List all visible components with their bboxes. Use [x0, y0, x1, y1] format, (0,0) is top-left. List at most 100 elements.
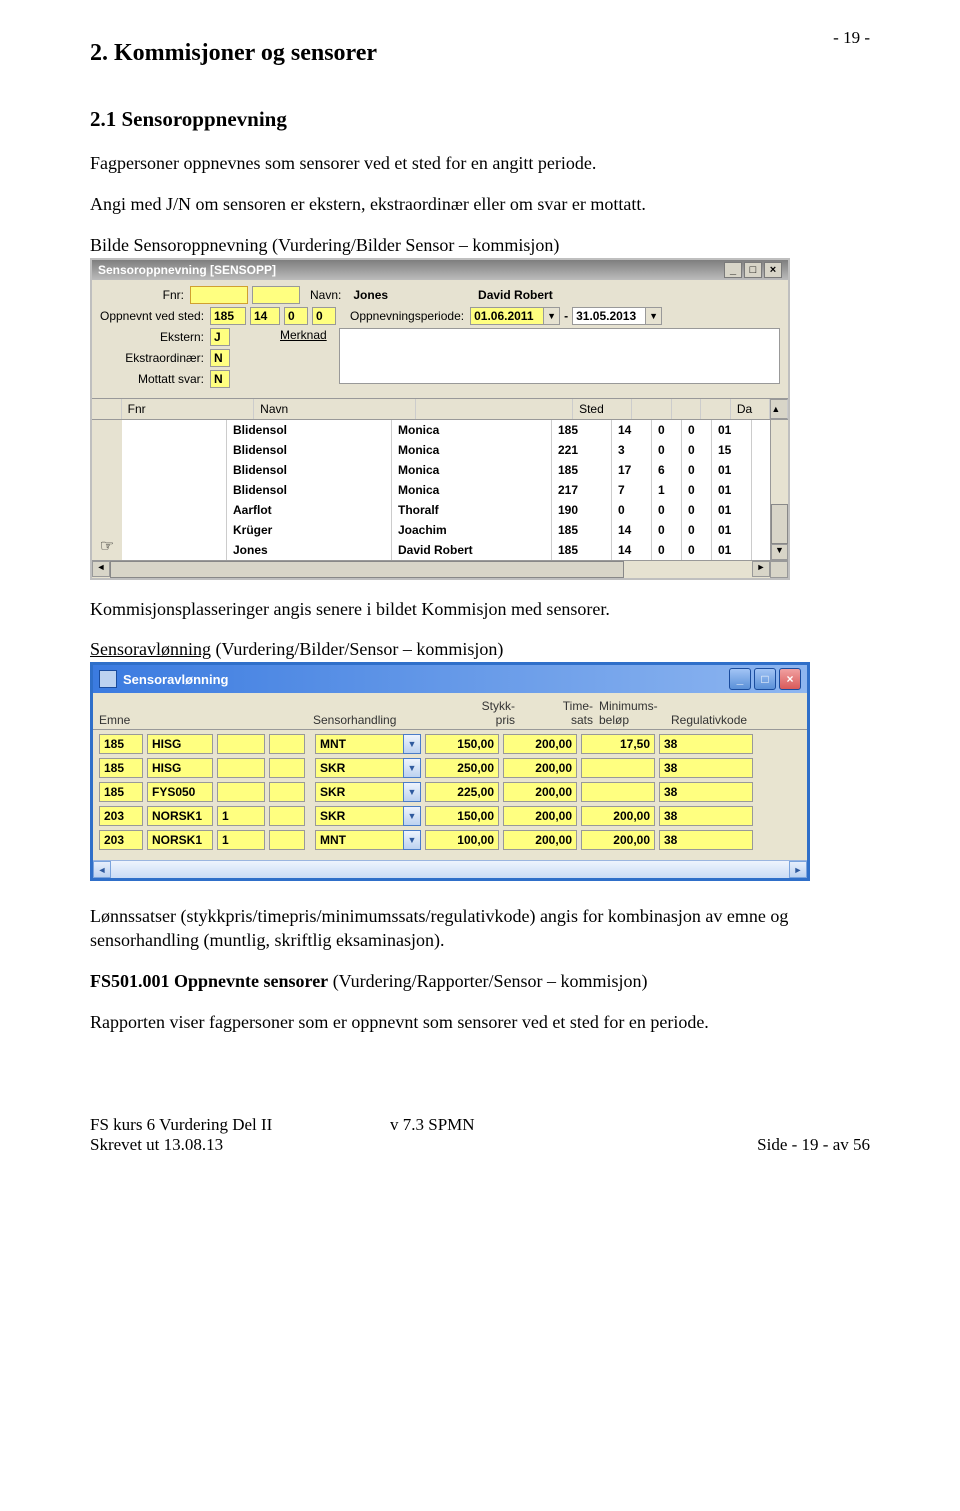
sted-field-4[interactable]: 0 — [312, 307, 336, 325]
chevron-down-icon[interactable]: ▼ — [544, 307, 560, 325]
emne-sub-field[interactable]: 1 — [217, 830, 265, 850]
timesats-field[interactable]: 200,00 — [503, 734, 577, 754]
stykkpris-field[interactable]: 250,00 — [425, 758, 499, 778]
table-row[interactable]: BlidensolMonica22130015 — [122, 440, 770, 460]
chevron-down-icon[interactable]: ▼ — [403, 806, 421, 826]
table-row[interactable]: 185FYS050 SKR▼225,00200,00 38 — [99, 782, 801, 802]
table-row[interactable]: 203NORSK11SKR▼150,00200,00200,0038 — [99, 806, 801, 826]
emne-sub2-field[interactable] — [269, 782, 305, 802]
emne-sub2-field[interactable] — [269, 734, 305, 754]
emne-sub-field[interactable]: 1 — [217, 806, 265, 826]
maximize-button[interactable]: □ — [754, 668, 776, 690]
table-row[interactable]: BlidensolMonica185140001 — [122, 420, 770, 440]
sensorhandling-combo[interactable]: MNT▼ — [315, 830, 421, 850]
close-button[interactable]: × — [764, 262, 782, 278]
sted-field-2[interactable]: 14 — [250, 307, 280, 325]
table-row[interactable]: 185HISG SKR▼250,00200,00 38 — [99, 758, 801, 778]
emne-code-field[interactable]: 203 — [99, 830, 143, 850]
grid-header-fnr[interactable]: Fnr — [122, 399, 255, 419]
chevron-down-icon[interactable]: ▼ — [403, 758, 421, 778]
emne-sub-field[interactable] — [217, 758, 265, 778]
timesats-field[interactable]: 200,00 — [503, 758, 577, 778]
timesats-field[interactable]: 200,00 — [503, 830, 577, 850]
ekstraordinaer-field[interactable]: N — [210, 349, 230, 367]
stykkpris-field[interactable]: 100,00 — [425, 830, 499, 850]
horizontal-scrollbar[interactable]: ◄ ► — [93, 860, 807, 878]
scroll-right-icon[interactable]: ► — [789, 861, 807, 878]
stykkpris-field[interactable]: 225,00 — [425, 782, 499, 802]
minimumsbelop-field[interactable]: 17,50 — [581, 734, 655, 754]
stykkpris-field[interactable]: 150,00 — [425, 734, 499, 754]
mottatt-field[interactable]: N — [210, 370, 230, 388]
regulativkode-field[interactable]: 38 — [659, 830, 753, 850]
close-button[interactable]: × — [779, 668, 801, 690]
emne-sub2-field[interactable] — [269, 830, 305, 850]
grid-header-navn[interactable]: Navn — [254, 399, 416, 419]
regulativkode-field[interactable]: 38 — [659, 758, 753, 778]
sensorhandling-combo[interactable]: SKR▼ — [315, 782, 421, 802]
minimumsbelop-field[interactable] — [581, 758, 655, 778]
scroll-down-icon[interactable]: ▼ — [771, 544, 788, 560]
scroll-up-icon[interactable]: ▲ — [770, 399, 788, 419]
chevron-down-icon[interactable]: ▼ — [403, 830, 421, 850]
footer-page: Side - 19 - av 56 — [590, 1135, 870, 1155]
emne-sub2-field[interactable] — [269, 806, 305, 826]
regulativkode-field[interactable]: 38 — [659, 782, 753, 802]
regulativkode-field[interactable]: 38 — [659, 806, 753, 826]
merknad-textarea[interactable] — [339, 328, 780, 384]
table-row[interactable]: BlidensolMonica21771001 — [122, 480, 770, 500]
table-row[interactable]: 203NORSK11MNT▼100,00200,00200,0038 — [99, 830, 801, 850]
scroll-left-icon[interactable]: ◄ — [93, 861, 111, 878]
emne-code-field[interactable]: 203 — [99, 806, 143, 826]
emne-name-field[interactable]: HISG — [147, 734, 213, 754]
minimize-button[interactable]: _ — [724, 262, 742, 278]
periode-til-field[interactable]: 31.05.2013 — [572, 307, 646, 325]
emne-name-field[interactable]: HISG — [147, 758, 213, 778]
emne-sub-field[interactable] — [217, 782, 265, 802]
chevron-down-icon[interactable]: ▼ — [403, 734, 421, 754]
emne-name-field[interactable]: NORSK1 — [147, 806, 213, 826]
regulativkode-field[interactable]: 38 — [659, 734, 753, 754]
table-row[interactable]: AarflotThoralf19000001 — [122, 500, 770, 520]
timesats-field[interactable]: 200,00 — [503, 782, 577, 802]
window-titlebar[interactable]: Sensoroppnevning [SENSOPP] _ □ × — [92, 260, 788, 280]
stykkpris-field[interactable]: 150,00 — [425, 806, 499, 826]
minimumsbelop-field[interactable] — [581, 782, 655, 802]
scroll-right-icon[interactable]: ► — [752, 561, 770, 577]
ekstern-field[interactable]: J — [210, 328, 230, 346]
periode-fra-field[interactable]: 01.06.2011 — [470, 307, 544, 325]
emne-name-field[interactable]: NORSK1 — [147, 830, 213, 850]
grid-header-da[interactable]: Da — [731, 399, 770, 419]
table-row[interactable]: 185HISG MNT▼150,00200,0017,5038 — [99, 734, 801, 754]
emne-code-field[interactable]: 185 — [99, 734, 143, 754]
emne-sub-field[interactable] — [217, 734, 265, 754]
minimize-button[interactable]: _ — [729, 668, 751, 690]
chevron-down-icon[interactable]: ▼ — [403, 782, 421, 802]
emne-code-field[interactable]: 185 — [99, 758, 143, 778]
fnr-field-2[interactable] — [252, 286, 300, 304]
table-row[interactable]: BlidensolMonica185176001 — [122, 460, 770, 480]
sted-field-1[interactable]: 185 — [210, 307, 246, 325]
scroll-left-icon[interactable]: ◄ — [92, 561, 110, 577]
timesats-field[interactable]: 200,00 — [503, 806, 577, 826]
minimumsbelop-field[interactable]: 200,00 — [581, 806, 655, 826]
table-row[interactable]: KrügerJoachim185140001 — [122, 520, 770, 540]
window-titlebar[interactable]: Sensoravlønning _ □ × — [93, 665, 807, 693]
fnr-field[interactable] — [190, 286, 248, 304]
grid-header-sted[interactable]: Sted — [573, 399, 632, 419]
sensorhandling-combo[interactable]: MNT▼ — [315, 734, 421, 754]
sted-field-3[interactable]: 0 — [284, 307, 308, 325]
vertical-scrollbar[interactable]: ▼ — [770, 420, 788, 560]
scrollbar-thumb-h[interactable] — [110, 561, 624, 578]
chevron-down-icon[interactable]: ▼ — [646, 307, 662, 325]
scrollbar-thumb[interactable] — [771, 504, 788, 544]
sensorhandling-combo[interactable]: SKR▼ — [315, 806, 421, 826]
maximize-button[interactable]: □ — [744, 262, 762, 278]
sensorhandling-combo[interactable]: SKR▼ — [315, 758, 421, 778]
emne-code-field[interactable]: 185 — [99, 782, 143, 802]
emne-name-field[interactable]: FYS050 — [147, 782, 213, 802]
minimumsbelop-field[interactable]: 200,00 — [581, 830, 655, 850]
horizontal-scrollbar[interactable]: ◄ ► — [92, 560, 788, 578]
table-row[interactable]: JonesDavid Robert185140001 — [122, 540, 770, 560]
emne-sub2-field[interactable] — [269, 758, 305, 778]
